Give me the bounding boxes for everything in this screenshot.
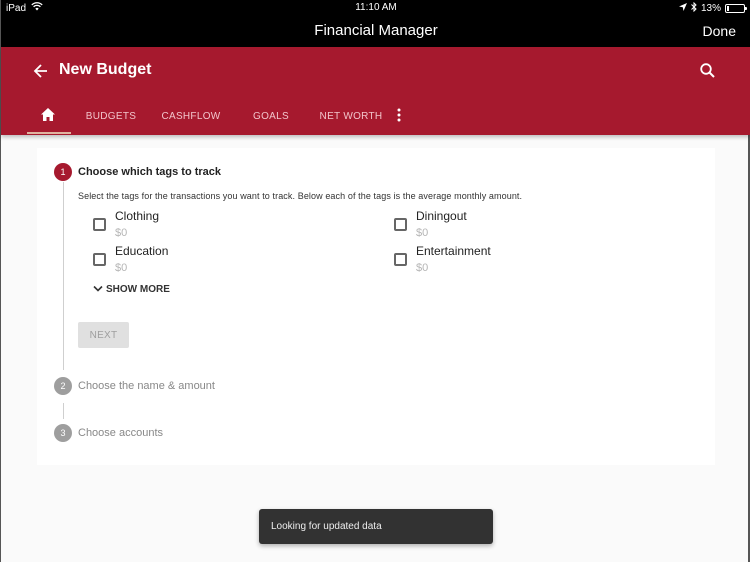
tag-amount: $0 bbox=[115, 262, 128, 274]
more-tabs-button[interactable] bbox=[391, 97, 407, 135]
bluetooth-icon bbox=[691, 1, 697, 15]
app-bar: New Budget BUDGETS CASHFLOW GOALS NET WO… bbox=[1, 47, 750, 135]
tab-cashflow[interactable]: CASHFLOW bbox=[151, 97, 231, 135]
tag-amount: $0 bbox=[115, 227, 128, 239]
stepper-card: 1 Choose which tags to track Select the … bbox=[37, 148, 715, 465]
status-bar: iPad 11:10 AM 13% bbox=[1, 0, 750, 16]
tab-home[interactable] bbox=[25, 97, 71, 135]
tag-name: Clothing bbox=[115, 209, 160, 223]
nav-bar: Financial Manager Done bbox=[1, 16, 750, 47]
tag-option-diningout[interactable]: Diningout $0 bbox=[394, 209, 594, 243]
tag-name: Diningout bbox=[416, 209, 467, 223]
home-icon bbox=[41, 108, 55, 124]
tag-option-entertainment[interactable]: Entertainment $0 bbox=[394, 244, 594, 278]
tag-amount: $0 bbox=[416, 227, 429, 239]
tab-bar: BUDGETS CASHFLOW GOALS NET WORTH bbox=[25, 97, 407, 135]
step-2-number: 2 bbox=[54, 377, 72, 395]
search-icon bbox=[699, 63, 717, 84]
checkbox[interactable] bbox=[394, 218, 407, 231]
done-button[interactable]: Done bbox=[703, 23, 736, 39]
app-title: Financial Manager bbox=[314, 22, 438, 39]
location-icon bbox=[678, 3, 687, 14]
next-button[interactable]: NEXT bbox=[78, 322, 129, 348]
step-1-number: 1 bbox=[54, 163, 72, 181]
checkbox[interactable] bbox=[93, 253, 106, 266]
show-more-label: SHOW MORE bbox=[106, 284, 170, 295]
checkbox[interactable] bbox=[93, 218, 106, 231]
tag-option-education[interactable]: Education $0 bbox=[93, 244, 293, 278]
step-connector bbox=[63, 403, 64, 419]
step-connector bbox=[63, 182, 64, 370]
tab-goals[interactable]: GOALS bbox=[231, 97, 311, 135]
step-description: Select the tags for the transactions you… bbox=[78, 191, 523, 201]
battery-icon bbox=[725, 4, 747, 13]
back-button[interactable] bbox=[31, 61, 51, 81]
more-vert-icon bbox=[397, 108, 401, 125]
search-button[interactable] bbox=[699, 62, 717, 80]
snackbar: Looking for updated data bbox=[259, 509, 493, 544]
tag-name: Entertainment bbox=[416, 244, 491, 258]
chevron-down-icon bbox=[93, 284, 103, 295]
snackbar-message: Looking for updated data bbox=[271, 521, 382, 532]
tag-name: Education bbox=[115, 244, 169, 258]
battery-fill bbox=[727, 6, 729, 11]
battery-percent: 13% bbox=[700, 3, 721, 14]
clock: 11:10 AM bbox=[355, 2, 397, 13]
step-1-label[interactable]: Choose which tags to track bbox=[78, 166, 221, 178]
arrow-left-icon bbox=[31, 64, 51, 85]
step-3-label[interactable]: Choose accounts bbox=[78, 427, 163, 439]
page-title: New Budget bbox=[59, 61, 152, 78]
tab-budgets[interactable]: BUDGETS bbox=[71, 97, 151, 135]
step-2-label[interactable]: Choose the name & amount bbox=[78, 380, 215, 392]
tab-net-worth[interactable]: NET WORTH bbox=[311, 97, 391, 135]
checkbox[interactable] bbox=[394, 253, 407, 266]
step-3-number: 3 bbox=[54, 424, 72, 442]
tag-amount: $0 bbox=[416, 262, 429, 274]
tag-option-clothing[interactable]: Clothing $0 bbox=[93, 209, 293, 243]
show-more-button[interactable]: SHOW MORE bbox=[93, 284, 170, 295]
